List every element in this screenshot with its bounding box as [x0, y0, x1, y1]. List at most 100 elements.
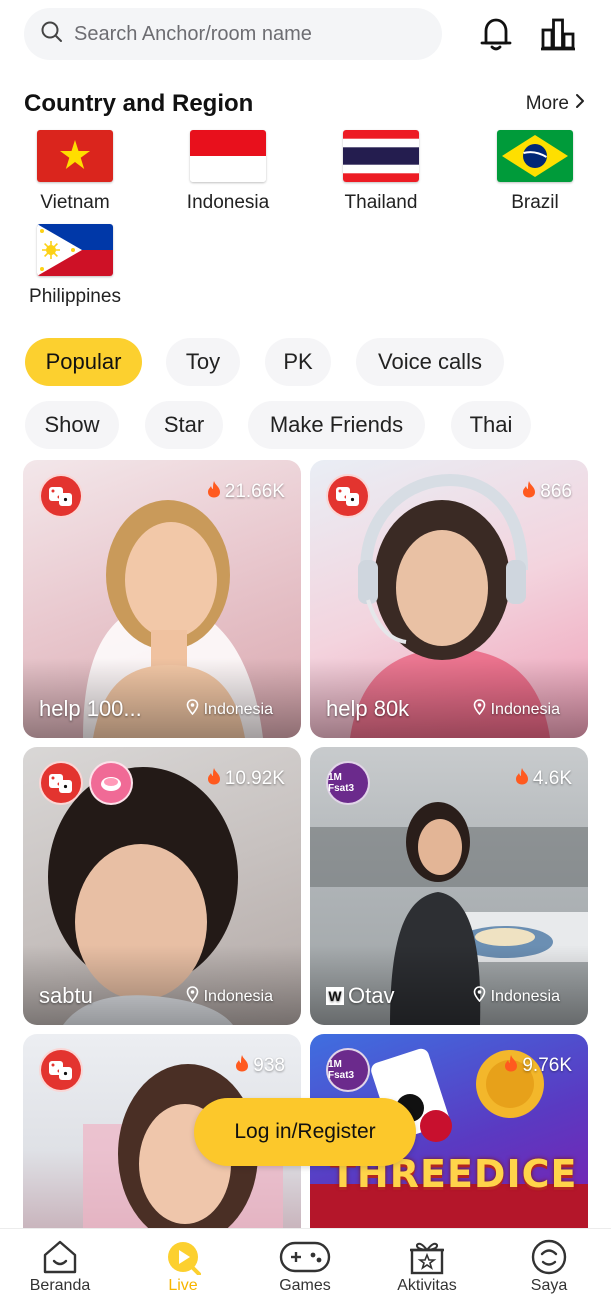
sic-bo-badge-icon	[39, 1048, 83, 1092]
profile-icon	[494, 1237, 604, 1277]
fsat3-badge-text: 1M Fsat3	[328, 1059, 355, 1081]
section-title: Country and Region	[24, 90, 254, 117]
viewer-count: 21.66K	[207, 480, 285, 504]
stream-card[interactable]: 866 help 80k Indonesia	[310, 460, 588, 738]
location-pin-icon	[473, 986, 486, 1007]
gift-icon	[372, 1237, 482, 1277]
country-name: Vietnam	[40, 192, 110, 213]
location-pin-icon	[186, 699, 199, 720]
bottom-navigation: Beranda Live Games Aktivitas Saya	[0, 1228, 611, 1307]
country-brazil[interactable]: Brazil	[475, 130, 595, 214]
nav-label: Games	[279, 1277, 331, 1294]
fire-icon	[207, 480, 221, 504]
stream-location: Indonesia	[186, 699, 273, 720]
fire-icon	[235, 1054, 249, 1078]
location-text: Indonesia	[203, 987, 273, 1005]
stream-title-text: help 80k	[326, 696, 410, 721]
sic-bo-badge-icon	[39, 474, 83, 518]
country-vietnam[interactable]: Vietnam	[15, 130, 135, 214]
more-link[interactable]: More	[526, 93, 585, 115]
location-pin-icon	[186, 986, 199, 1007]
country-indonesia[interactable]: Indonesia	[168, 130, 288, 214]
country-name: Indonesia	[186, 192, 270, 213]
nav-games[interactable]: Games	[250, 1237, 360, 1295]
nav-saya[interactable]: Saya	[494, 1237, 604, 1295]
country-name: Brazil	[511, 192, 559, 213]
country-name: Philippines	[29, 286, 121, 307]
search-input[interactable]	[74, 22, 434, 46]
viewer-count-value: 9.76K	[522, 1055, 572, 1076]
location-text: Indonesia	[490, 700, 560, 718]
fire-icon	[504, 1054, 518, 1078]
viewer-count-value: 10.92K	[224, 768, 285, 789]
nav-live[interactable]: Live	[128, 1237, 238, 1295]
nav-label: Beranda	[29, 1277, 91, 1294]
stream-title: help 100...	[39, 696, 142, 722]
stream-title-text: help 100...	[39, 696, 142, 721]
search-icon	[40, 20, 64, 49]
brazil-flag-icon	[497, 130, 573, 182]
country-name: Thailand	[344, 192, 418, 213]
gamepad-icon	[250, 1237, 360, 1277]
stream-location: Indonesia	[473, 986, 560, 1007]
location-text: Indonesia	[490, 987, 560, 1005]
fire-icon	[515, 767, 529, 791]
location-pin-icon	[473, 699, 486, 720]
viewer-count: 9.76K	[504, 1054, 572, 1078]
chevron-right-icon	[575, 93, 585, 115]
philippines-flag-icon	[37, 224, 113, 276]
country-philippines[interactable]: Philippines	[15, 224, 135, 308]
live-icon	[128, 1237, 238, 1277]
viewer-count-value: 866	[540, 481, 572, 502]
chip-pk[interactable]: PK	[265, 338, 331, 386]
location-text: Indonesia	[203, 700, 273, 718]
stream-card[interactable]: 1M Fsat3 4.6K W Otav Indonesia	[310, 747, 588, 1025]
search-bar[interactable]	[24, 8, 442, 60]
stream-card[interactable]: 21.66K help 100... Indonesia	[23, 460, 301, 738]
top-bar	[0, 0, 611, 70]
viewer-count: 10.92K	[207, 767, 285, 791]
thailand-flag-icon	[343, 130, 419, 182]
viewer-count: 4.6K	[515, 767, 572, 791]
stream-location: Indonesia	[186, 986, 273, 1007]
viewer-count-value: 21.66K	[224, 481, 285, 502]
stream-title-text: sabtu	[39, 983, 93, 1008]
chip-make-friends[interactable]: Make Friends	[248, 401, 425, 449]
bell-icon[interactable]	[476, 12, 516, 56]
home-icon	[5, 1237, 115, 1277]
indonesia-flag-icon	[190, 130, 266, 182]
ranking-icon[interactable]	[538, 12, 578, 56]
nav-label: Live	[168, 1277, 198, 1294]
chip-toy[interactable]: Toy	[166, 338, 240, 386]
chip-show[interactable]: Show	[25, 401, 119, 449]
sic-bo-badge-icon	[39, 761, 83, 805]
chip-star[interactable]: Star	[145, 401, 223, 449]
stream-title: W Otav	[326, 983, 394, 1009]
cake-badge-icon	[89, 761, 133, 805]
stream-title: sabtu	[39, 983, 93, 1009]
viewer-count-value: 4.6K	[532, 768, 572, 789]
viewer-count-value: 938	[253, 1055, 285, 1076]
country-thailand[interactable]: Thailand	[321, 130, 441, 214]
chip-voice-calls[interactable]: Voice calls	[356, 338, 504, 386]
nav-label: Aktivitas	[397, 1277, 457, 1294]
nav-aktivitas[interactable]: Aktivitas	[372, 1237, 482, 1295]
sic-bo-badge-icon	[326, 474, 370, 518]
w-tag: W	[326, 987, 344, 1005]
fsat3-badge-text: 1M Fsat3	[328, 772, 355, 794]
fire-icon	[522, 480, 536, 504]
stream-location: Indonesia	[473, 699, 560, 720]
fsat3-badge-icon: 1M Fsat3	[326, 761, 370, 805]
more-label: More	[525, 93, 569, 114]
viewer-count: 938	[235, 1054, 285, 1078]
login-register-button[interactable]: Log in/Register	[194, 1098, 416, 1166]
fsat3-badge-icon: 1M Fsat3	[326, 1048, 370, 1092]
chip-thai[interactable]: Thai	[451, 401, 531, 449]
stream-card[interactable]: 10.92K sabtu Indonesia	[23, 747, 301, 1025]
stream-title-text: Otav	[348, 983, 395, 1008]
nav-beranda[interactable]: Beranda	[5, 1237, 115, 1295]
viewer-count: 866	[522, 480, 572, 504]
stream-title: help 80k	[326, 696, 409, 722]
chip-popular[interactable]: Popular	[25, 338, 142, 386]
nav-label: Saya	[530, 1277, 568, 1294]
